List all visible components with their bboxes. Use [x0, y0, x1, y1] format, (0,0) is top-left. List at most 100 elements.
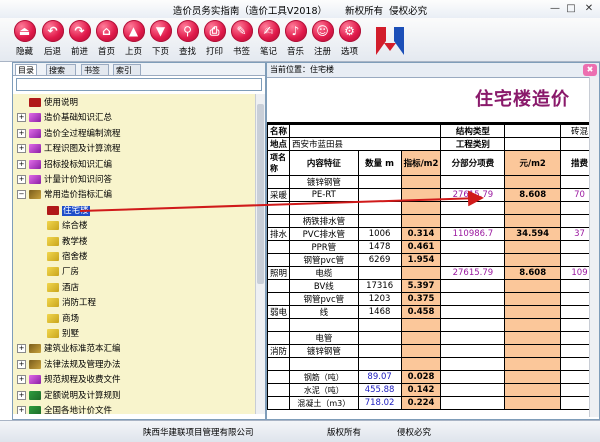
book-icon [29, 406, 41, 414]
tree-item-label: 宿舍楼 [62, 252, 88, 262]
tab-bookmarks[interactable]: 书签 [81, 64, 109, 75]
tree-item[interactable]: + 造价全过程编制流程 [17, 127, 121, 142]
window-title: 造价员务实指南（造价工具V2018） 新权所有 侵权必究 [172, 6, 428, 17]
music-button[interactable]: ♪ 音乐 [283, 20, 308, 57]
table-cell [440, 305, 506, 319]
expander-icon[interactable]: + [17, 128, 26, 138]
tree-item[interactable]: + 规范规程及收费文件 [17, 373, 121, 388]
label-category: 工程类别 [440, 137, 506, 151]
expander-icon[interactable]: + [17, 159, 26, 169]
cost-table: 名称 结构类型 砖混 地点 西安市蓝田县 工程类别 项名称 内容特征 数量 m … [267, 124, 599, 410]
tab-contents[interactable]: 目录 [15, 64, 37, 75]
table-cell: 0.028 [400, 370, 442, 384]
table-cell: 线 [289, 305, 359, 319]
tree-item[interactable]: + 招标投标知识汇编 [17, 158, 112, 173]
prev-page-label: 上页 [124, 47, 142, 57]
right-scrollbar[interactable] [589, 77, 599, 417]
home-label: 首页 [97, 47, 115, 57]
tab-search[interactable]: 搜索 [46, 64, 76, 75]
tree-item[interactable]: 厂房 [35, 265, 79, 280]
tree-item[interactable]: + 建筑业标准范本汇编 [17, 342, 121, 357]
tree-item[interactable]: 商场 [35, 312, 79, 327]
tree-item-label: 教学楼 [62, 236, 88, 247]
tree-item[interactable]: − 常用造价指标汇编 [17, 188, 112, 203]
tree-item[interactable]: 综合楼 [35, 219, 88, 234]
search-input[interactable] [16, 78, 262, 91]
table-row: 消防 镀锌钢管 [267, 344, 599, 358]
left-scrollbar[interactable] [255, 94, 265, 414]
tree-item-label: 招标投标知识汇编 [44, 159, 113, 170]
tree-item[interactable]: 宿舍楼 [35, 250, 88, 265]
table-row: 采暖 PE-RT 27615.79 8.608 70 [267, 188, 599, 202]
table-cell: 27615.79 [440, 188, 506, 202]
scrollbar-thumb[interactable] [257, 104, 264, 284]
tree-item[interactable]: + 全国各地计价文件 [17, 404, 112, 414]
register-button[interactable]: ☺ 注册 [310, 20, 335, 57]
next-page-button[interactable]: ▼ 下页 [148, 20, 173, 57]
table-cell [440, 279, 506, 293]
book-icon [29, 175, 41, 184]
tree-item[interactable]: + 定额说明及计算规则 [17, 389, 121, 404]
table-cell [267, 370, 291, 384]
table-cell [267, 175, 291, 189]
expander-icon[interactable]: + [17, 113, 26, 123]
search-button[interactable]: ⚲ 查找 [175, 20, 200, 57]
tree-item[interactable]: + 计量计价知识问答 [17, 173, 112, 188]
back-button[interactable]: ↶ 后退 [40, 20, 65, 57]
table-cell [357, 331, 402, 345]
table-cell: 6269 [357, 253, 402, 267]
table-cell: 5.397 [400, 279, 442, 293]
table-cell: 1478 [357, 240, 402, 254]
tree-item[interactable]: 使用说明 [17, 96, 78, 111]
table-cell [440, 292, 506, 306]
notes-button[interactable]: ✍ 笔记 [256, 20, 281, 57]
close-icon[interactable]: ✕ [582, 2, 596, 15]
expander-icon[interactable]: + [17, 175, 26, 184]
table-cell [267, 201, 291, 215]
table-cell [504, 331, 562, 345]
table-cell [504, 383, 562, 397]
tree-item[interactable]: + 造价基础知识汇总 [17, 111, 112, 126]
expander-icon[interactable]: + [17, 144, 26, 154]
minimize-icon[interactable]: — [548, 2, 562, 15]
home-button[interactable]: ⌂ 首页 [94, 20, 119, 57]
tree-item[interactable]: 别墅 [35, 327, 79, 342]
tab-index[interactable]: 索引 [113, 64, 141, 75]
table-cell [400, 318, 442, 332]
expander-icon[interactable]: + [17, 344, 26, 354]
nav-tabs: 目录 搜索 书签 索引 [13, 63, 265, 76]
table-cell [267, 318, 291, 332]
table-cell [440, 331, 506, 345]
maximize-icon[interactable]: □ [564, 2, 578, 15]
table-cell [289, 318, 359, 332]
title-bar: 造价员务实指南（造价工具V2018） 新权所有 侵权必究 — □ ✕ [0, 0, 600, 19]
tree-item[interactable]: 教学楼 [35, 235, 88, 250]
table-cell: 水泥（吨） [289, 383, 359, 397]
expander-icon[interactable]: + [17, 359, 26, 369]
tree-item[interactable]: 消防工程 [35, 296, 96, 311]
tree-item[interactable]: + 工程识图及计算流程 [17, 142, 121, 157]
print-button[interactable]: ⎙ 打印 [202, 20, 227, 57]
value-location: 西安市蓝田县 [289, 137, 442, 151]
tree-item[interactable]: + 法律法规及管理办法 [17, 358, 121, 373]
book-icon [29, 98, 41, 107]
options-button[interactable]: ⚙ 选项 [337, 20, 362, 57]
music-icon: ♪ [284, 20, 307, 42]
hide-button[interactable]: ⏏ 隐藏 [12, 20, 37, 57]
expander-icon[interactable]: + [17, 375, 26, 385]
expander-icon[interactable]: + [17, 406, 26, 414]
close-page-icon[interactable]: ✖ [583, 64, 597, 76]
forward-button[interactable]: ↷ 前进 [67, 20, 92, 57]
table-cell [504, 253, 562, 267]
table-cell [267, 240, 291, 254]
tree-item-label: 厂房 [62, 267, 80, 278]
expander-icon[interactable]: − [17, 190, 26, 200]
expander-icon[interactable]: + [17, 390, 26, 400]
prev-page-button[interactable]: ▲ 上页 [121, 20, 146, 57]
tree-item[interactable]: 住宅楼 [35, 204, 90, 219]
bookmark-button[interactable]: ✎ 书签 [229, 20, 254, 57]
tree-item-label: 住宅楼 [62, 205, 90, 216]
tree-item[interactable]: 酒店 [35, 281, 79, 296]
table-cell: 钢管pvc管 [289, 253, 359, 267]
table-cell: 0.224 [400, 396, 442, 410]
